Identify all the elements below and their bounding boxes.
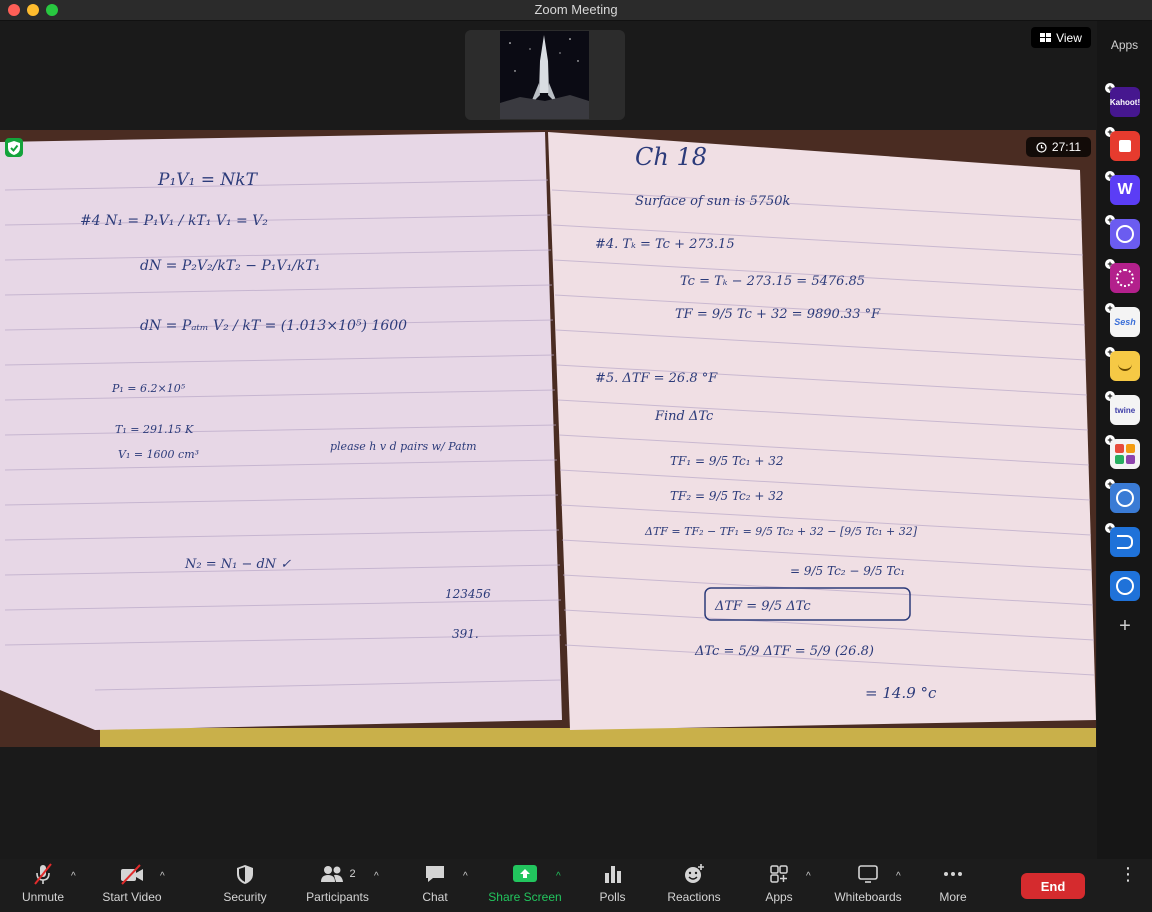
note-right-13: ΔTc = 5/9 ΔTF = 5/9 (26.8) <box>694 644 874 659</box>
view-label: View <box>1056 30 1082 45</box>
share-screen-icon <box>513 865 537 882</box>
reactions-label: Reactions <box>667 890 721 904</box>
note-left-9: N₂ = N₁ − dN ✓ <box>184 557 291 572</box>
smile-app-icon[interactable] <box>1110 351 1140 381</box>
polls-button[interactable]: Polls <box>590 860 635 910</box>
vertical-ellipsis-icon[interactable]: ⋮ <box>1119 864 1137 885</box>
participants-button[interactable]: 2 Participants <box>300 860 375 910</box>
note-left-2: #4 N₁ = P₁V₁ / kT₁ V₁ = V₂ <box>80 213 268 229</box>
note-right-2: Surface of sun is 5750k <box>635 194 791 209</box>
bar-chart-icon <box>604 866 621 883</box>
participants-count: 2 <box>349 868 356 880</box>
encryption-shield-icon[interactable] <box>5 138 23 157</box>
unmute-button[interactable]: Unmute <box>14 860 72 910</box>
timer-app-icon[interactable] <box>1110 571 1140 601</box>
more-label: More <box>939 890 967 904</box>
participants-options-chevron-icon[interactable]: ^ <box>374 871 379 882</box>
grid-app-icon[interactable] <box>1110 439 1140 469</box>
note-right-5: TF = 9/5 Tc + 32 = 9890.33 °F <box>675 307 881 322</box>
start-video-button[interactable]: Start Video <box>96 860 168 910</box>
security-button[interactable]: Security <box>215 860 275 910</box>
smiley-plus-icon <box>685 864 704 883</box>
view-button[interactable]: View <box>1031 27 1091 48</box>
note-right-4: Tc = Tₖ − 273.15 = 5476.85 <box>680 274 865 289</box>
title-bar: Zoom Meeting <box>0 0 1152 21</box>
whiteboard-icon <box>858 865 878 883</box>
reactions-button[interactable]: Reactions <box>662 860 726 910</box>
note-right-3: #4. Tₖ = Tc + 273.15 <box>595 237 735 252</box>
whiteboards-button[interactable]: Whiteboards <box>828 860 908 910</box>
sesh-app-icon[interactable]: Sesh <box>1110 307 1140 337</box>
share-screen-button[interactable]: Share Screen <box>485 860 565 910</box>
participant-thumbnail[interactable] <box>500 31 589 119</box>
note-left-11: 391. <box>452 627 479 641</box>
note-right-1: Ch 18 <box>635 143 707 171</box>
note-right-11: = 9/5 Tc₂ − 9/5 Tc₁ <box>790 564 905 578</box>
rocket-image <box>500 31 589 119</box>
video-options-chevron-icon[interactable]: ^ <box>160 871 165 882</box>
edge-app-icon[interactable] <box>1110 527 1140 557</box>
unmute-label: Unmute <box>21 890 65 904</box>
note-right-6: #5. ΔTF = 26.8 °F <box>595 371 718 386</box>
w-app-icon[interactable]: W <box>1110 175 1140 205</box>
participants-label: Participants <box>306 890 369 904</box>
note-left-5: P₁ = 6.2×10⁵ <box>111 382 186 395</box>
security-label: Security <box>223 890 267 904</box>
clock-icon <box>1036 141 1047 153</box>
chat-button[interactable]: Chat <box>410 860 460 910</box>
note-left-1: P₁V₁ = NkT <box>157 170 259 190</box>
twine-app-icon[interactable]: twine <box>1110 395 1140 425</box>
chat-options-chevron-icon[interactable]: ^ <box>463 871 468 882</box>
note-left-8: please h v d pairs w/ Patm <box>330 440 477 453</box>
red-app-icon[interactable] <box>1110 131 1140 161</box>
note-right-10: ΔTF = TF₂ − TF₁ = 9/5 Tc₂ + 32 − [9/5 Tc… <box>644 525 918 538</box>
note-left-3: dN = P₂V₂/kT₂ − P₁V₁/kT₁ <box>140 258 320 274</box>
grid-icon <box>1040 32 1052 42</box>
video-off-icon <box>121 864 143 885</box>
note-left-10: 123456 <box>445 587 491 601</box>
window-title: Zoom Meeting <box>534 2 618 17</box>
chat-bubble-app-icon[interactable] <box>1110 219 1140 249</box>
shield-icon <box>237 865 253 884</box>
note-right-14: = 14.9 °c <box>865 684 937 702</box>
polls-label: Polls <box>599 890 626 904</box>
end-meeting-button[interactable]: End <box>1021 873 1085 899</box>
chat-bubble-icon <box>426 866 444 882</box>
share-options-chevron-icon[interactable]: ^ <box>556 871 561 882</box>
start-video-label: Start Video <box>102 890 162 904</box>
whiteboards-label: Whiteboards <box>834 890 902 904</box>
add-app-plus-icon[interactable]: + <box>1110 611 1140 641</box>
note-left-4: dN = Pₐₜₘ V₂ / kT = (1.013×10⁵) 1600 <box>140 318 407 334</box>
note-left-7: V₁ = 1600 cm³ <box>118 448 199 461</box>
handwritten-notes: P₁V₁ = NkT #4 N₁ = P₁V₁ / kT₁ V₁ = V₂ dN… <box>0 130 1096 747</box>
participants-icon <box>321 866 344 882</box>
apps-sidebar-title: Apps <box>1110 38 1139 52</box>
share-screen-label: Share Screen <box>488 890 562 904</box>
note-right-12: ΔTF = 9/5 ΔTc <box>714 599 811 614</box>
apps-icon <box>770 865 788 883</box>
meeting-toolbar <box>0 859 1152 912</box>
whiteboards-options-chevron-icon[interactable]: ^ <box>896 871 901 882</box>
spiral-app-icon[interactable] <box>1110 263 1140 293</box>
timer-value: 27:11 <box>1051 140 1082 154</box>
meeting-timer: 27:11 <box>1026 137 1091 157</box>
note-right-7: Find ΔTc <box>654 409 714 424</box>
muted-microphone-icon <box>34 863 52 885</box>
audio-options-chevron-icon[interactable]: ^ <box>71 871 76 882</box>
note-right-9: TF₂ = 9/5 Tc₂ + 32 <box>670 489 784 503</box>
ellipsis-icon <box>944 872 962 876</box>
note-right-8: TF₁ = 9/5 Tc₁ + 32 <box>670 454 784 468</box>
note-left-6: T₁ = 291.15 K <box>115 423 194 436</box>
apps-button[interactable]: Apps <box>758 860 800 910</box>
chat-label: Chat <box>422 890 448 904</box>
sync-app-icon[interactable] <box>1110 483 1140 513</box>
more-button[interactable]: More <box>932 860 974 910</box>
apps-options-chevron-icon[interactable]: ^ <box>806 871 811 882</box>
apps-label: Apps <box>765 890 793 904</box>
kahoot-app-icon[interactable]: Kahoot! <box>1110 87 1140 117</box>
video-feed: P₁V₁ = NkT #4 N₁ = P₁V₁ / kT₁ V₁ = V₂ dN… <box>0 130 1096 747</box>
